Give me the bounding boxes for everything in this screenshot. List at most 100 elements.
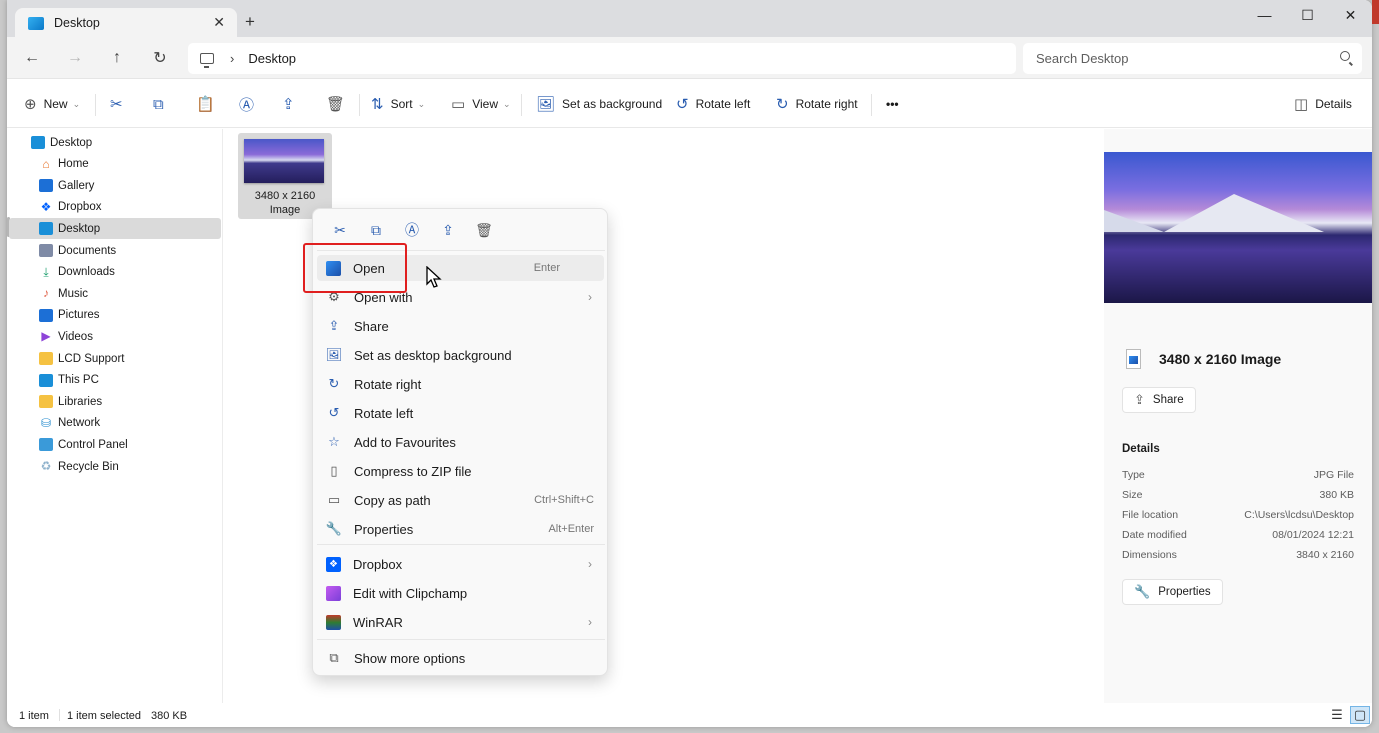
copy-button[interactable]: ⧉ <box>153 92 171 116</box>
new-tab-button[interactable]: + <box>245 12 255 32</box>
sidebar-item-desktop[interactable]: Desktop <box>9 218 221 240</box>
large-icons-view-button[interactable]: ▢ <box>1350 706 1370 724</box>
downloads-icon: ⤓ <box>43 264 49 279</box>
menu-item-edit-with-clipchamp[interactable]: Edit with Clipchamp <box>317 580 604 606</box>
close-tab-icon[interactable]: ✕ <box>213 14 225 31</box>
details-key: File location <box>1122 509 1179 521</box>
breadcrumb-desktop[interactable]: Desktop <box>248 51 296 66</box>
set-background-button[interactable]: 🖼 Set as background <box>536 92 662 116</box>
menu-item-add-to-favourites[interactable]: ☆ Add to Favourites <box>317 429 604 455</box>
menu-item-dropbox[interactable]: ❖ Dropbox › <box>317 551 604 577</box>
sidebar-item-documents[interactable]: Documents <box>9 240 221 261</box>
sidebar-item-libraries[interactable]: Libraries <box>9 391 221 412</box>
background-window-edge <box>1372 0 1379 24</box>
menu-item-show-more-options[interactable]: ⧉ Show more options <box>317 645 604 671</box>
view-button[interactable]: ▭ View ⌄ <box>451 92 511 116</box>
list-view-icon: ☰ <box>1331 707 1343 722</box>
share-icon: ⇪ <box>1134 392 1145 407</box>
delete-button[interactable]: 🗑 <box>326 92 352 116</box>
chevron-down-icon: ⌄ <box>417 98 426 109</box>
share-button[interactable]: ⇪ <box>282 92 302 116</box>
close-button[interactable]: ✕ <box>1329 0 1372 30</box>
scissors-icon: ✂ <box>334 221 346 238</box>
sidebar-item-pictures[interactable]: Pictures <box>9 305 221 326</box>
sidebar-item-downloads[interactable]: ⤓ Downloads <box>9 262 221 283</box>
menu-item-rotate-left[interactable]: ↺ Rotate left <box>317 400 604 426</box>
breadcrumb-separator-icon: › <box>230 51 235 66</box>
address-bar[interactable]: › Desktop <box>188 43 1016 74</box>
cut-button[interactable]: ✂ <box>110 92 130 116</box>
sidebar-item-network[interactable]: ⛁ Network <box>9 413 221 434</box>
ctx-cut-button[interactable]: ✂ <box>329 219 351 241</box>
menu-item-winrar[interactable]: WinRAR › <box>317 609 604 635</box>
chevron-down-icon: ⌄ <box>72 98 81 109</box>
menu-item-label: Add to Favourites <box>354 434 456 450</box>
chevron-right-icon: › <box>588 557 592 571</box>
rotate-left-label: Rotate left <box>695 97 751 111</box>
sidebar-item-home[interactable]: ⌂ Home <box>9 154 221 175</box>
ctx-copy-button[interactable]: ⧉ <box>365 219 387 241</box>
rotate-right-button[interactable]: ↻ Rotate right <box>776 92 858 116</box>
sidebar-item-label: Music <box>58 287 89 300</box>
menu-item-rotate-right[interactable]: ↻ Rotate right <box>317 371 604 397</box>
file-item-image[interactable]: 3480 x 2160 Image <box>238 133 332 219</box>
menu-item-copy-as-path[interactable]: ▭ Copy as path Ctrl+Shift+C <box>317 487 604 513</box>
details-row-type: Type JPG File <box>1122 469 1354 485</box>
back-button[interactable]: ← <box>20 47 44 69</box>
trash-icon: 🗑 <box>475 221 493 238</box>
divider <box>59 709 60 721</box>
sort-label: Sort <box>390 97 413 111</box>
menu-item-set-as-desktop-background[interactable]: 🖼 Set as desktop background <box>317 342 604 368</box>
search-placeholder: Search Desktop <box>1036 51 1129 66</box>
details-share-button[interactable]: ⇪ Share <box>1122 387 1196 413</box>
star-icon: ☆ <box>328 434 340 449</box>
ctx-rename-button[interactable]: Ⓐ <box>401 219 423 241</box>
maximize-button[interactable]: ☐ <box>1286 0 1329 30</box>
sidebar-item-videos[interactable]: ▶ Videos <box>9 326 221 347</box>
rotate-left-icon: ↺ <box>328 405 340 420</box>
sidebar-item-gallery[interactable]: Gallery <box>9 175 221 196</box>
ctx-delete-button[interactable]: 🗑 <box>473 219 495 241</box>
details-row-file-location: File location C:\Users\lcdsu\Desktop <box>1122 509 1354 525</box>
ctx-share-button[interactable]: ⇪ <box>437 219 459 241</box>
details-pane: 3480 x 2160 Image ⇪ Share Details 🔧 Prop… <box>1104 129 1372 703</box>
divider <box>95 94 96 116</box>
minimize-button[interactable]: — <box>1243 0 1286 30</box>
command-bar: ⊕ New ⌄ ✂ ⧉ 📋 Ⓐ ⇪ 🗑 ⇅ Sort ⌄ ▭ View ⌄ 🖼 … <box>7 80 1372 128</box>
rename-button[interactable]: Ⓐ <box>239 92 261 116</box>
paste-button[interactable]: 📋 <box>196 92 222 116</box>
menu-item-compress-to-zip-file[interactable]: ▯ Compress to ZIP file <box>317 458 604 484</box>
menu-item-label: Rotate left <box>354 405 414 421</box>
details-pane-icon: ◫ <box>1294 96 1309 113</box>
menu-item-label: Edit with Clipchamp <box>353 585 468 601</box>
refresh-button[interactable]: ↻ <box>148 47 172 69</box>
set-background-icon: 🖼 <box>325 347 343 362</box>
sidebar-item-control-panel[interactable]: Control Panel <box>9 434 221 455</box>
menu-item-label: Properties <box>354 521 414 537</box>
sidebar-item-lcd-support[interactable]: LCD Support <box>9 348 221 369</box>
ctx-divider <box>317 639 605 640</box>
sidebar-item-recycle-bin[interactable]: ♻ Recycle Bin <box>9 456 221 477</box>
menu-item-properties[interactable]: 🔧 Properties Alt+Enter <box>317 516 604 542</box>
details-properties-button[interactable]: 🔧 Properties <box>1122 579 1223 605</box>
forward-button[interactable]: → <box>63 47 87 69</box>
search-input[interactable]: Search Desktop <box>1023 43 1362 74</box>
wrench-icon: 🔧 <box>1134 584 1151 599</box>
up-button[interactable]: ↑ <box>105 47 129 69</box>
chevron-right-icon: › <box>588 615 592 629</box>
chevron-right-icon: › <box>588 290 592 304</box>
details-view-button[interactable]: ☰ <box>1327 706 1347 724</box>
details-pane-button[interactable]: ◫ Details <box>1294 92 1352 116</box>
sidebar-item-dropbox[interactable]: ❖ Dropbox <box>9 197 221 218</box>
item-count: 1 item <box>19 710 49 722</box>
sidebar-item-desktop[interactable]: Desktop <box>9 132 221 153</box>
tab-desktop[interactable]: Desktop ✕ <box>15 8 237 38</box>
rotate-left-button[interactable]: ↺ Rotate left <box>676 92 750 116</box>
sidebar-item-this-pc[interactable]: This PC <box>9 370 221 391</box>
sort-button[interactable]: ⇅ Sort ⌄ <box>371 92 425 116</box>
more-options-button[interactable]: ••• <box>886 92 899 116</box>
sidebar-item-music[interactable]: ♪ Music <box>9 283 221 304</box>
new-button[interactable]: ⊕ New ⌄ <box>24 92 80 116</box>
menu-item-share[interactable]: ⇪ Share <box>317 313 604 339</box>
copy-path-icon: ▭ <box>327 492 341 507</box>
